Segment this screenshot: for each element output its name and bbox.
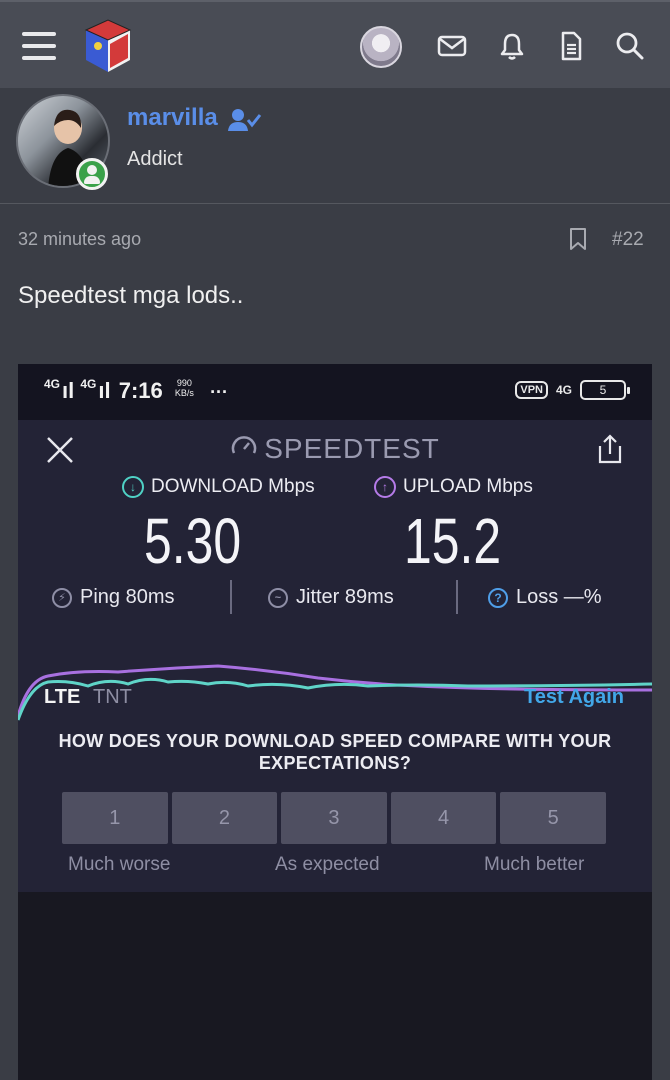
top-bar <box>0 0 670 88</box>
author-title: Addict <box>127 148 183 170</box>
speedometer-icon <box>232 436 257 454</box>
post-body-text: Speedtest mga lods.. <box>18 282 244 309</box>
expectation-question: HOW DOES YOUR DOWNLOAD SPEED COMPARE WIT… <box>58 731 612 773</box>
speedtest-title: SPEEDTEST <box>18 433 652 465</box>
document-icon[interactable] <box>555 30 587 62</box>
mail-icon[interactable] <box>436 30 468 62</box>
test-again-button[interactable]: Test Again <box>524 686 624 709</box>
hamburger-menu-icon[interactable] <box>22 32 56 62</box>
help-icon[interactable]: ? <box>488 587 508 608</box>
search-icon[interactable] <box>614 30 646 62</box>
network-4g-label: 4G <box>555 383 572 397</box>
signal-bars-icon: ıl <box>62 378 75 403</box>
loss-stat: ? Loss —% <box>488 586 602 609</box>
attached-screenshot[interactable]: 4Gıl 4Gıl 7:16 990 KB/s ··· VPN 4G 5 SPEE… <box>18 364 652 1080</box>
post-timestamp[interactable]: 32 minutes ago <box>18 229 141 250</box>
bookmark-icon[interactable] <box>568 227 588 251</box>
carrier-name: TNT <box>93 686 132 708</box>
share-icon[interactable] <box>594 432 626 466</box>
ping-icon: ⚡ <box>52 587 72 608</box>
download-label: ↓ DOWNLOAD Mbps <box>122 476 315 498</box>
more-dots: ··· <box>210 382 229 402</box>
phone-clock: 7:16 <box>118 378 163 403</box>
signal-label-1: 4G <box>44 377 61 391</box>
rating-button-4[interactable]: 4 <box>390 792 497 844</box>
bell-icon[interactable] <box>496 30 528 62</box>
speedtest-panel: SPEEDTEST ↓ DOWNLOAD Mbps ↑ UPLOAD Mbps 5.… <box>18 420 652 892</box>
battery-icon: 5 <box>580 380 630 400</box>
rating-button-1[interactable]: 1 <box>62 792 168 844</box>
ping-stat: ⚡ Ping 80ms <box>52 586 175 609</box>
divider <box>230 580 232 614</box>
jitter-stat: ~ Jitter 89ms <box>268 586 394 609</box>
verified-user-icon <box>228 109 262 131</box>
signal-bars-icon: ıl <box>98 378 111 403</box>
rating-high-label: Much better <box>484 854 585 875</box>
divider <box>456 580 458 614</box>
post-number-link[interactable]: #22 <box>612 229 644 251</box>
rating-button-3[interactable]: 3 <box>281 792 387 844</box>
site-logo-icon[interactable] <box>78 16 138 76</box>
upload-arrow-icon: ↑ <box>374 476 396 498</box>
post-author-box: marvilla Addict <box>0 88 670 204</box>
rating-button-2[interactable]: 2 <box>171 792 278 844</box>
rating-button-5[interactable]: 5 <box>500 792 606 844</box>
author-username[interactable]: marvilla <box>127 104 218 132</box>
screenshot-empty-area <box>18 892 652 1080</box>
online-status-icon <box>76 158 108 190</box>
vpn-badge: VPN <box>515 381 548 399</box>
jitter-icon: ~ <box>268 587 288 608</box>
user-avatar-icon[interactable] <box>360 26 402 68</box>
download-arrow-icon: ↓ <box>122 476 144 498</box>
rating-low-label: Much worse <box>68 854 171 875</box>
net-speed: 990 KB/s <box>174 378 194 398</box>
speed-graph <box>18 664 652 721</box>
signal-label-2: 4G <box>80 377 97 391</box>
rating-buttons: 1 2 3 4 5 <box>62 792 606 844</box>
upload-value: 15.2 <box>404 505 502 577</box>
download-value: 5.30 <box>144 505 242 577</box>
network-type: LTE <box>44 686 81 708</box>
rating-mid-label: As expected <box>275 854 380 875</box>
upload-label: ↑ UPLOAD Mbps <box>374 476 533 498</box>
phone-status-bar: 4Gıl 4Gıl 7:16 990 KB/s ··· VPN 4G 5 <box>18 364 652 420</box>
